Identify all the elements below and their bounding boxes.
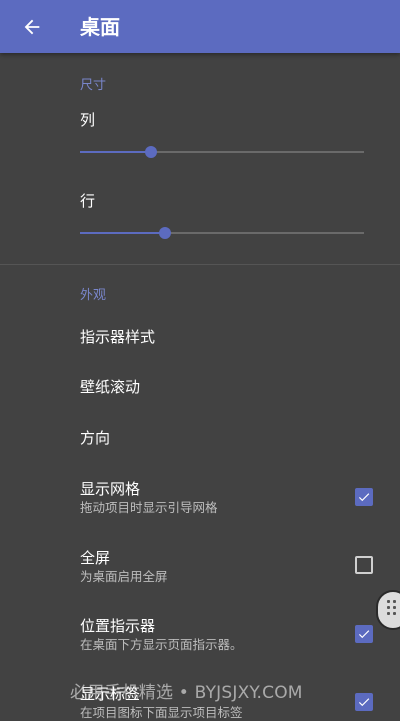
check-icon xyxy=(358,698,370,707)
pref-summary: 在项目图标下面显示项目标签 xyxy=(80,705,243,720)
section-divider xyxy=(0,264,400,265)
slider-thumb[interactable] xyxy=(145,146,157,158)
arrow-left-icon xyxy=(24,19,40,35)
back-button[interactable] xyxy=(12,7,52,47)
pref-title: 指示器样式 xyxy=(80,328,156,346)
fullscreen-checkbox[interactable] xyxy=(355,556,373,574)
columns-label: 列 xyxy=(80,111,96,129)
grid-icon xyxy=(387,600,390,603)
slider-fill xyxy=(80,151,151,153)
rows-label: 行 xyxy=(80,192,96,210)
floating-assist-button[interactable] xyxy=(376,590,400,630)
pref-title: 方向 xyxy=(80,429,111,447)
pref-fullscreen[interactable]: 全屏 为桌面启用全屏 xyxy=(0,539,400,593)
pref-orientation[interactable]: 方向 xyxy=(0,417,400,459)
pref-title: 壁纸滚动 xyxy=(80,378,141,396)
pref-summary: 在桌面下方显示页面指示器。 xyxy=(80,637,243,652)
pref-indicator-style[interactable]: 指示器样式 xyxy=(0,316,400,358)
app-bar: 桌面 xyxy=(0,0,400,53)
section-header-look: 外观 xyxy=(80,288,107,303)
page-indicator-checkbox[interactable] xyxy=(355,625,373,643)
check-icon xyxy=(358,630,370,639)
watermark: 必用手机精选 • BYJSJXY.COM xyxy=(70,683,303,703)
pref-title: 显示网格 xyxy=(80,480,141,498)
pref-summary: 拖动项目时显示引导网格 xyxy=(80,500,218,515)
pref-show-grid[interactable]: 显示网格 拖动项目时显示引导网格 xyxy=(0,470,400,524)
columns-slider[interactable] xyxy=(80,142,364,162)
pref-page-indicator[interactable]: 位置指示器 在桌面下方显示页面指示器。 xyxy=(0,608,400,662)
pref-wallpaper-scroll[interactable]: 壁纸滚动 xyxy=(0,366,400,408)
section-header-size: 尺寸 xyxy=(80,78,107,93)
slider-thumb[interactable] xyxy=(159,227,171,239)
check-icon xyxy=(358,493,370,502)
show-labels-checkbox[interactable] xyxy=(355,693,373,711)
pref-summary: 为桌面启用全屏 xyxy=(80,569,168,584)
pref-title: 全屏 xyxy=(80,549,111,567)
show-grid-checkbox[interactable] xyxy=(355,488,373,506)
slider-fill xyxy=(80,232,165,234)
rows-slider[interactable] xyxy=(80,223,364,243)
page-title: 桌面 xyxy=(80,15,120,39)
pref-title: 位置指示器 xyxy=(80,617,156,635)
